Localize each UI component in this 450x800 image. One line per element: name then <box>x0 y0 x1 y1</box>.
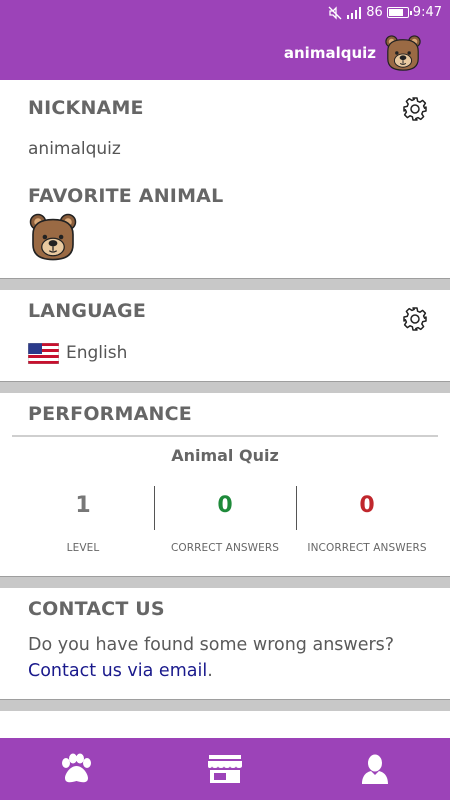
language-title: LANGUAGE <box>28 300 147 322</box>
level-label: LEVEL <box>66 542 100 554</box>
contact-title: CONTACT US <box>28 598 165 620</box>
performance-title: PERFORMANCE <box>28 403 192 425</box>
performance-separator <box>12 435 438 437</box>
contact-email-link[interactable]: Contact us via email. <box>28 661 213 681</box>
store-icon <box>208 755 242 783</box>
bear-face-icon <box>29 213 77 261</box>
correct-answers-value: 0 <box>217 493 233 518</box>
us-flag-icon <box>28 343 59 364</box>
header-username: animalquiz <box>283 44 376 62</box>
nav-item-profile[interactable] <box>300 738 450 800</box>
incorrect-answers-label: INCORRECT ANSWERS <box>307 542 427 554</box>
gear-icon[interactable] <box>402 306 428 332</box>
user-icon <box>362 754 388 784</box>
nav-item-store[interactable] <box>150 738 300 800</box>
header-user[interactable]: animalquiz <box>284 34 422 72</box>
quiz-name: Animal Quiz <box>171 446 279 465</box>
stat-separator <box>154 486 155 530</box>
mute-icon <box>328 5 342 20</box>
gear-icon[interactable] <box>402 96 428 122</box>
bottom-nav <box>0 738 450 800</box>
contact-link-text[interactable]: Contact us via email <box>28 661 207 681</box>
bear-face-icon <box>385 35 421 71</box>
app-header: 86 9:47 animalquiz <box>0 0 450 80</box>
battery-icon <box>386 7 412 18</box>
language-value: English <box>66 343 128 363</box>
section-divider <box>0 278 450 290</box>
nav-item-quiz[interactable] <box>0 738 150 800</box>
level-value: 1 <box>75 493 91 518</box>
signal-icon <box>347 6 362 19</box>
section-divider <box>0 699 450 711</box>
favorite-animal-title: FAVORITE ANIMAL <box>28 185 224 207</box>
incorrect-answers-value: 0 <box>359 493 375 518</box>
correct-answers-label: CORRECT ANSWERS <box>170 542 280 554</box>
nickname-title: NICKNAME <box>28 97 144 119</box>
status-bar: 86 9:47 <box>0 0 450 26</box>
status-icons: 86 9:47 <box>328 5 442 20</box>
contact-link-suffix: . <box>207 661 213 681</box>
paw-icon <box>62 753 91 783</box>
section-divider <box>0 381 450 393</box>
section-divider <box>0 576 450 588</box>
clock: 9:47 <box>412 5 442 20</box>
contact-question: Do you have found some wrong answers? <box>28 635 395 655</box>
stat-separator <box>296 486 297 530</box>
battery-level: 86 <box>366 5 383 20</box>
nickname-value: animalquiz <box>28 139 121 159</box>
